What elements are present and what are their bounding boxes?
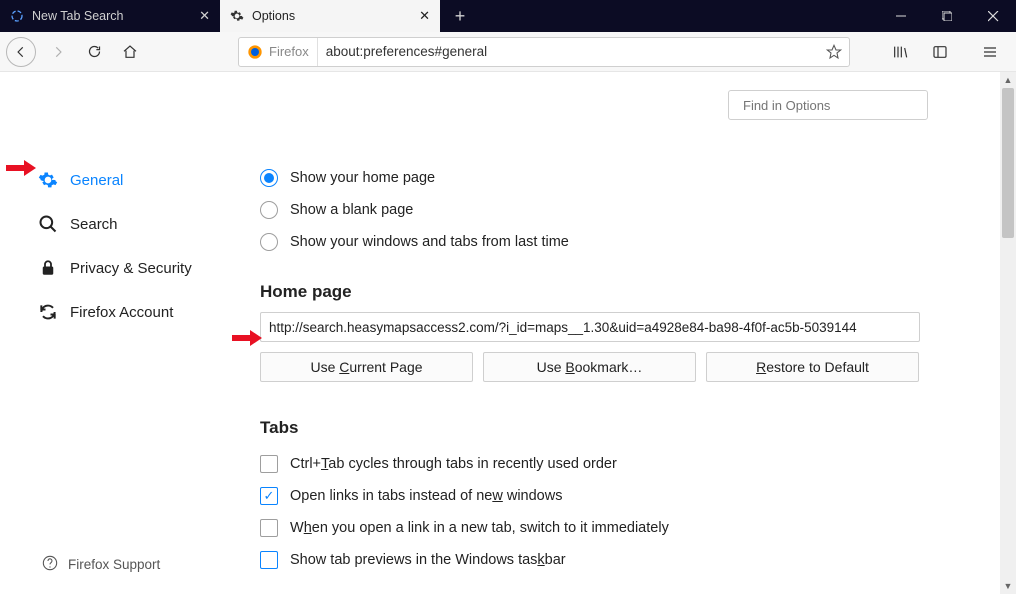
sidebar-item-label: Privacy & Security <box>70 260 192 277</box>
check-open-links-tabs[interactable]: ✓ Open links in tabs instead of new wind… <box>260 480 988 512</box>
homepage-heading: Home page <box>260 258 988 312</box>
close-window-button[interactable] <box>970 0 1016 32</box>
checkbox-icon <box>260 519 278 537</box>
identity-box[interactable]: Firefox <box>239 38 318 66</box>
check-label: Open links in tabs instead of new window… <box>290 488 562 504</box>
forward-button[interactable] <box>44 38 72 66</box>
gear-icon <box>38 170 58 190</box>
new-tab-button[interactable]: + <box>440 0 480 32</box>
sidebar-support-link[interactable]: Firefox Support <box>0 555 250 574</box>
check-label: When you open a link in a new tab, switc… <box>290 520 669 536</box>
check-label: Show tab previews in the Windows taskbar <box>290 552 566 568</box>
preferences-sidebar: General Search Privacy & Security Firefo… <box>0 72 250 594</box>
library-icon[interactable] <box>886 38 914 66</box>
radio-label: Show a blank page <box>290 202 413 218</box>
radio-icon <box>260 233 278 251</box>
sidebar-item-privacy[interactable]: Privacy & Security <box>0 246 250 290</box>
sidebar-item-account[interactable]: Firefox Account <box>0 290 250 334</box>
use-current-page-button[interactable]: Use Current Page <box>260 352 473 382</box>
tab-title: New Tab Search <box>32 9 191 23</box>
menu-icon[interactable] <box>976 38 1004 66</box>
bookmark-star-icon[interactable] <box>819 44 849 60</box>
minimize-button[interactable] <box>878 0 924 32</box>
preferences-main: Show your home page Show a blank page Sh… <box>250 72 1016 594</box>
find-input[interactable] <box>743 98 919 113</box>
scroll-thumb[interactable] <box>1002 88 1014 238</box>
scroll-track[interactable] <box>1000 88 1016 578</box>
content-area: General Search Privacy & Security Firefo… <box>0 72 1016 594</box>
radio-label: Show your windows and tabs from last tim… <box>290 234 569 250</box>
check-taskbar-previews[interactable]: Show tab previews in the Windows taskbar <box>260 544 988 576</box>
check-switch-immediately[interactable]: When you open a link in a new tab, switc… <box>260 512 988 544</box>
radio-restore-session[interactable]: Show your windows and tabs from last tim… <box>260 226 988 258</box>
sidebar-item-general[interactable]: General <box>0 158 250 202</box>
sidebar-item-label: General <box>70 172 123 189</box>
sidebar-icon[interactable] <box>926 38 954 66</box>
check-ctrltab[interactable]: Ctrl+Tab cycles through tabs in recently… <box>260 448 988 480</box>
radio-icon <box>260 201 278 219</box>
home-button[interactable] <box>116 38 144 66</box>
tab-options[interactable]: Options ✕ <box>220 0 440 32</box>
tab-new-tab-search[interactable]: New Tab Search ✕ <box>0 0 220 32</box>
firefox-icon <box>247 44 263 60</box>
close-icon[interactable]: ✕ <box>199 8 210 24</box>
url-input[interactable] <box>318 44 819 59</box>
sync-icon <box>38 302 58 322</box>
back-button[interactable] <box>6 37 36 67</box>
checkbox-icon: ✓ <box>260 487 278 505</box>
nav-toolbar: Firefox <box>0 32 1016 72</box>
radio-icon <box>260 169 278 187</box>
sidebar-item-label: Search <box>70 216 118 233</box>
identity-label: Firefox <box>269 44 309 59</box>
support-label: Firefox Support <box>68 557 160 572</box>
gear-icon <box>230 9 244 23</box>
radio-label: Show your home page <box>290 170 435 186</box>
close-icon[interactable]: ✕ <box>419 8 430 24</box>
reload-button[interactable] <box>80 38 108 66</box>
tabs-heading: Tabs <box>260 382 988 448</box>
homepage-url-input[interactable] <box>260 312 920 342</box>
maximize-button[interactable] <box>924 0 970 32</box>
sidebar-item-search[interactable]: Search <box>0 202 250 246</box>
radio-show-home[interactable]: Show your home page <box>260 162 988 194</box>
check-label: Ctrl+Tab cycles through tabs in recently… <box>290 456 617 472</box>
search-icon <box>38 214 58 234</box>
checkbox-icon <box>260 551 278 569</box>
scrollbar[interactable]: ▲ ▼ <box>1000 72 1016 594</box>
help-icon <box>42 555 58 574</box>
window-controls <box>878 0 1016 32</box>
scroll-up-icon[interactable]: ▲ <box>1000 72 1016 88</box>
url-bar[interactable]: Firefox <box>238 37 850 67</box>
titlebar: New Tab Search ✕ Options ✕ + <box>0 0 1016 32</box>
lock-icon <box>38 258 58 278</box>
tab-favicon <box>10 9 24 23</box>
sidebar-item-label: Firefox Account <box>70 304 173 321</box>
use-bookmark-button[interactable]: Use Bookmark… <box>483 352 696 382</box>
scroll-down-icon[interactable]: ▼ <box>1000 578 1016 594</box>
tab-title: Options <box>252 9 411 23</box>
restore-default-button[interactable]: Restore to Default <box>706 352 919 382</box>
checkbox-icon <box>260 455 278 473</box>
radio-show-blank[interactable]: Show a blank page <box>260 194 988 226</box>
find-in-options[interactable] <box>728 90 928 120</box>
